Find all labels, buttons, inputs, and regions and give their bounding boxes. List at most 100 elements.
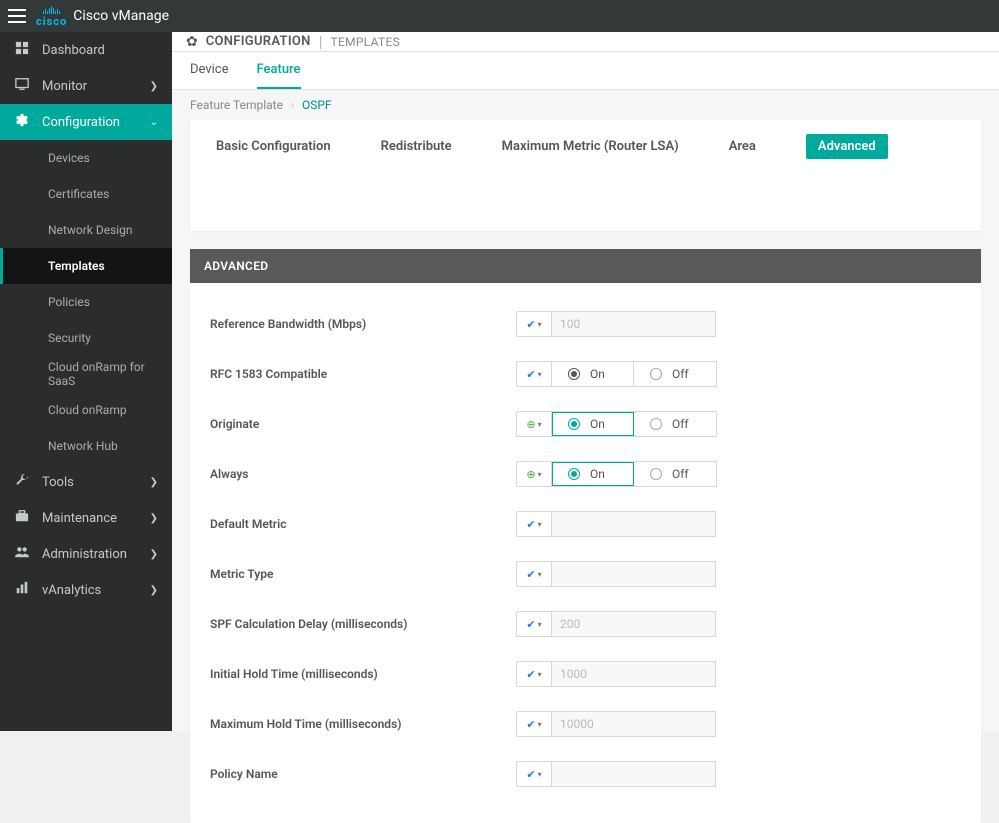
default-metric-input[interactable] bbox=[552, 511, 716, 537]
scope-selector[interactable]: ✔▾ bbox=[516, 361, 552, 387]
toggle-off[interactable]: Off bbox=[634, 412, 716, 436]
scope-selector[interactable]: ✔▾ bbox=[516, 611, 552, 637]
scope-selector[interactable]: ⊕▾ bbox=[516, 461, 552, 487]
sidebar: Dashboard Monitor ❯ Configuration ⌄ Devi… bbox=[0, 32, 172, 731]
gear-icon bbox=[14, 113, 30, 131]
caret-down-icon: ▾ bbox=[538, 470, 542, 479]
section-tab-basic[interactable]: Basic Configuration bbox=[216, 139, 331, 154]
caret-down-icon: ▾ bbox=[538, 570, 542, 579]
radio-icon bbox=[650, 468, 662, 480]
caret-down-icon: ▾ bbox=[538, 370, 542, 379]
caret-down-icon: ▾ bbox=[538, 770, 542, 779]
tab-feature[interactable]: Feature bbox=[257, 52, 301, 89]
row-initial-hold: Initial Hold Time (milliseconds) ✔▾ bbox=[198, 649, 973, 699]
field-label: Initial Hold Time (milliseconds) bbox=[206, 667, 516, 681]
menu-toggle-icon[interactable] bbox=[8, 9, 26, 23]
toggle-off[interactable]: Off bbox=[634, 462, 716, 486]
sidebar-sub-policies[interactable]: Policies bbox=[0, 284, 172, 320]
radio-icon bbox=[650, 418, 662, 430]
section-tab-area[interactable]: Area bbox=[729, 139, 756, 154]
scope-selector[interactable]: ✔▾ bbox=[516, 561, 552, 587]
sidebar-item-tools[interactable]: Tools ❯ bbox=[0, 464, 172, 500]
sidebar-sub-cloud-onramp-saas[interactable]: Cloud onRamp for SaaS bbox=[0, 356, 172, 392]
breadcrumb-parent[interactable]: Feature Template bbox=[190, 98, 283, 112]
page-header: ✿ CONFIGURATION | TEMPLATES bbox=[172, 32, 999, 52]
section-tab-redistribute[interactable]: Redistribute bbox=[381, 139, 452, 154]
sidebar-item-vanalytics[interactable]: vAnalytics ❯ bbox=[0, 572, 172, 608]
initial-hold-input[interactable] bbox=[552, 661, 716, 687]
sidebar-item-label: vAnalytics bbox=[42, 583, 138, 598]
sidebar-item-dashboard[interactable]: Dashboard bbox=[0, 32, 172, 68]
toggle-on[interactable]: On bbox=[552, 362, 634, 386]
row-default-metric: Default Metric ✔▾ bbox=[198, 499, 973, 549]
sidebar-sub-security[interactable]: Security bbox=[0, 320, 172, 356]
section-heading: ADVANCED bbox=[190, 249, 981, 283]
field-label: Metric Type bbox=[206, 567, 516, 581]
toggle-on[interactable]: On bbox=[552, 462, 634, 486]
globe-icon: ⊕ bbox=[526, 468, 535, 481]
chevron-right-icon: › bbox=[291, 100, 294, 111]
sidebar-sub-network-design[interactable]: Network Design bbox=[0, 212, 172, 248]
sidebar-sub-certificates[interactable]: Certificates bbox=[0, 176, 172, 212]
sidebar-item-administration[interactable]: Administration ❯ bbox=[0, 536, 172, 572]
toggle-off[interactable]: Off bbox=[634, 362, 716, 386]
scope-selector[interactable]: ✔▾ bbox=[516, 661, 552, 687]
check-icon: ✔ bbox=[526, 668, 535, 681]
row-policy-name: Policy Name ✔▾ bbox=[198, 749, 973, 799]
caret-down-icon: ▾ bbox=[538, 620, 542, 629]
wrench-icon bbox=[14, 473, 30, 491]
sidebar-item-label: Administration bbox=[42, 547, 138, 562]
chevron-right-icon: ❯ bbox=[150, 81, 158, 92]
toggle-on[interactable]: On bbox=[552, 412, 634, 436]
chevron-down-icon: ⌄ bbox=[150, 117, 158, 128]
caret-down-icon: ▾ bbox=[538, 420, 542, 429]
reference-bandwidth-input[interactable] bbox=[552, 311, 716, 337]
section-tabs: Basic Configuration Redistribute Maximum… bbox=[190, 120, 981, 173]
policy-name-select[interactable] bbox=[552, 761, 716, 787]
content-area: ✿ CONFIGURATION | TEMPLATES Device Featu… bbox=[172, 32, 999, 731]
scope-selector[interactable]: ⊕▾ bbox=[516, 411, 552, 437]
sidebar-sub-network-hub[interactable]: Network Hub bbox=[0, 428, 172, 464]
tab-device[interactable]: Device bbox=[190, 52, 229, 89]
top-bar: cisco Cisco vManage bbox=[0, 0, 999, 32]
rfc1583-toggle: On Off bbox=[552, 361, 717, 387]
sidebar-sub-devices[interactable]: Devices bbox=[0, 140, 172, 176]
sidebar-item-label: Configuration bbox=[42, 115, 138, 130]
breadcrumb-current: OSPF bbox=[302, 98, 332, 112]
analytics-icon bbox=[14, 581, 30, 599]
scope-selector[interactable]: ✔▾ bbox=[516, 711, 552, 737]
caret-down-icon: ▾ bbox=[538, 720, 542, 729]
scope-selector[interactable]: ✔▾ bbox=[516, 761, 552, 787]
scope-selector[interactable]: ✔▾ bbox=[516, 511, 552, 537]
field-label: Default Metric bbox=[206, 517, 516, 531]
radio-icon bbox=[650, 368, 662, 380]
max-hold-input[interactable] bbox=[552, 711, 716, 737]
cisco-logo-icon: cisco bbox=[36, 6, 67, 27]
dashboard-icon bbox=[14, 41, 30, 59]
caret-down-icon: ▾ bbox=[538, 670, 542, 679]
row-rfc1583: RFC 1583 Compatible ✔▾ On Off bbox=[198, 349, 973, 399]
metric-type-select[interactable] bbox=[552, 561, 716, 587]
chevron-right-icon: ❯ bbox=[150, 477, 158, 488]
row-reference-bandwidth: Reference Bandwidth (Mbps) ✔▾ bbox=[198, 299, 973, 349]
briefcase-icon bbox=[14, 509, 30, 527]
sidebar-item-monitor[interactable]: Monitor ❯ bbox=[0, 68, 172, 104]
chevron-right-icon: ❯ bbox=[150, 549, 158, 560]
page-tabs: Device Feature bbox=[172, 52, 999, 90]
section-tab-advanced[interactable]: Advanced bbox=[806, 134, 888, 159]
check-icon: ✔ bbox=[526, 368, 535, 381]
sidebar-item-maintenance[interactable]: Maintenance ❯ bbox=[0, 500, 172, 536]
sidebar-sub-templates[interactable]: Templates bbox=[0, 248, 172, 284]
scope-selector[interactable]: ✔▾ bbox=[516, 311, 552, 337]
sidebar-item-label: Tools bbox=[42, 475, 138, 490]
spf-delay-input[interactable] bbox=[552, 611, 716, 637]
caret-down-icon: ▾ bbox=[538, 520, 542, 529]
brand: cisco Cisco vManage bbox=[36, 6, 169, 27]
sidebar-sub-cloud-onramp[interactable]: Cloud onRamp bbox=[0, 392, 172, 428]
page-subtitle: TEMPLATES bbox=[331, 35, 400, 49]
sidebar-item-configuration[interactable]: Configuration ⌄ bbox=[0, 104, 172, 140]
section-tab-maxmetric[interactable]: Maximum Metric (Router LSA) bbox=[502, 139, 679, 154]
row-max-hold: Maximum Hold Time (milliseconds) ✔▾ bbox=[198, 699, 973, 749]
check-icon: ✔ bbox=[526, 618, 535, 631]
sidebar-item-label: Maintenance bbox=[42, 511, 138, 526]
